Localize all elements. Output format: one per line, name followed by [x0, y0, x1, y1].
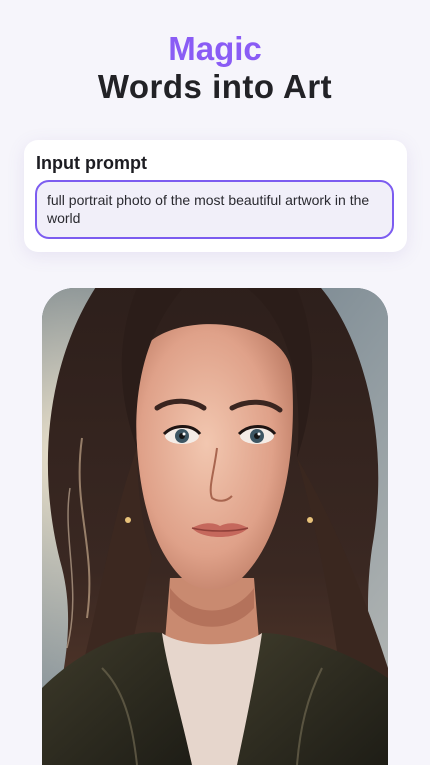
headline: Magic Words into Art	[0, 30, 430, 106]
headline-accent: Magic	[168, 30, 262, 67]
prompt-label: Input prompt	[36, 153, 147, 173]
generated-artwork	[42, 288, 388, 765]
headline-title: Words into Art	[97, 68, 333, 105]
portrait-illustration	[42, 288, 388, 765]
prompt-card: Input prompt full portrait photo of the …	[24, 140, 407, 252]
prompt-input[interactable]: full portrait photo of the most beautifu…	[35, 180, 394, 239]
